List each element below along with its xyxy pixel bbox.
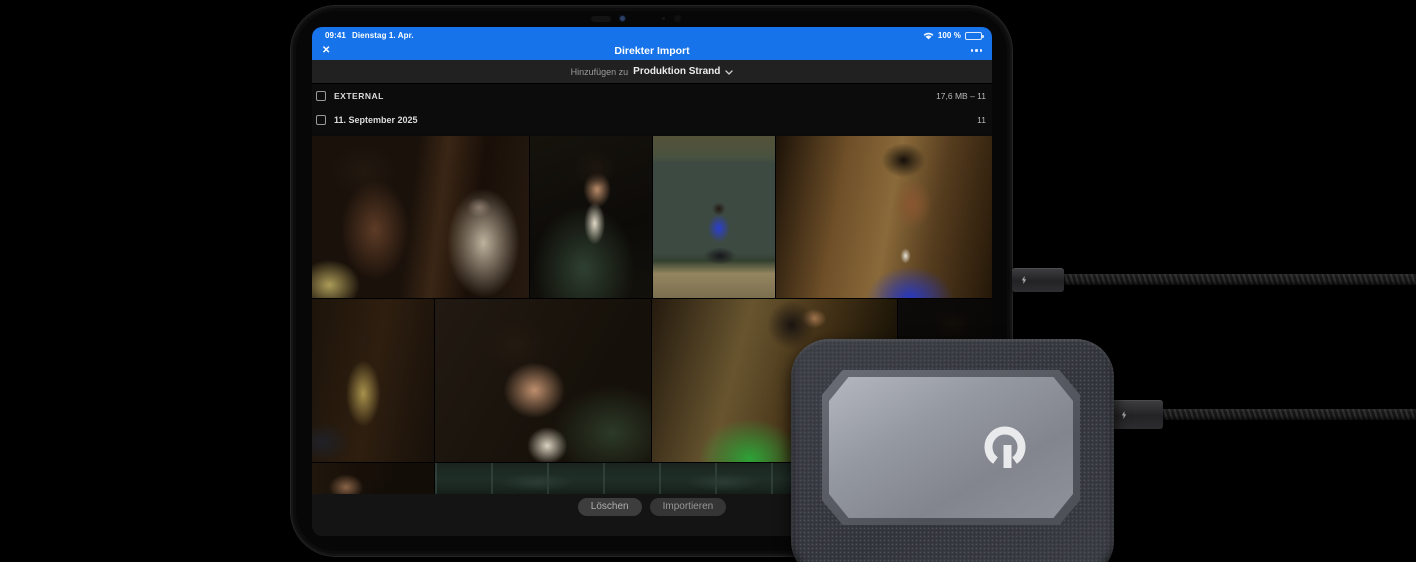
g-drive-logo-icon xyxy=(984,426,1026,468)
chevron-down-icon xyxy=(725,69,734,75)
ssd-metal-plate xyxy=(829,377,1073,518)
external-checkbox[interactable] xyxy=(316,91,326,101)
status-time: 09:41 xyxy=(325,31,346,40)
tablet-cable-connector xyxy=(1012,268,1064,292)
source-size-count: 17,6 MB – 11 xyxy=(936,91,986,101)
source-row-external[interactable]: EXTERNAL 17,6 MB – 11 xyxy=(312,84,992,108)
date-checkbox[interactable] xyxy=(316,115,326,125)
photo-thumbnail-5[interactable] xyxy=(312,299,434,462)
ssd-cable xyxy=(1161,409,1416,420)
external-ssd-drive xyxy=(791,339,1114,562)
page-title: Direkter Import xyxy=(614,44,690,57)
front-camera-cluster xyxy=(591,15,681,22)
camera-lens-icon xyxy=(620,16,625,21)
photo-thumbnail-3[interactable] xyxy=(653,136,775,298)
add-to-collection-bar[interactable]: Hinzufügen zu Produktion Strand xyxy=(312,60,992,84)
app-header: 09:41 Dienstag 1. Apr. 100 % ✕ Direkter … xyxy=(312,27,992,60)
source-label: EXTERNAL xyxy=(334,91,384,101)
source-row-date[interactable]: 11. September 2025 11 xyxy=(312,108,992,132)
delete-button[interactable]: Löschen xyxy=(577,498,642,516)
photo-thumbnail-1[interactable] xyxy=(312,136,529,298)
photo-thumbnail-9[interactable] xyxy=(312,463,434,494)
photo-thumbnail-4[interactable] xyxy=(776,136,992,298)
scene: 09:41 Dienstag 1. Apr. 100 % ✕ Direkter … xyxy=(0,0,1416,562)
import-button[interactable]: Importieren xyxy=(649,498,727,516)
title-bar: ✕ Direkter Import xyxy=(312,41,992,60)
battery-icon xyxy=(965,31,984,40)
camera-ring xyxy=(674,15,681,22)
add-to-label: Hinzufügen zu xyxy=(570,66,629,77)
date-count: 11 xyxy=(977,115,986,125)
camera-mic-dot xyxy=(662,17,665,20)
connector-logo-icon xyxy=(1121,410,1127,419)
photo-thumbnail-2[interactable] xyxy=(530,136,652,298)
status-bar: 09:41 Dienstag 1. Apr. 100 % xyxy=(312,27,992,41)
tablet-cable xyxy=(1062,274,1416,285)
status-date: Dienstag 1. Apr. xyxy=(351,31,414,40)
ssd-cable-connector xyxy=(1112,400,1163,429)
camera-sensor-pill xyxy=(591,15,611,22)
connector-logo-icon xyxy=(1021,276,1027,284)
photo-thumbnail-6[interactable] xyxy=(435,299,651,462)
wifi-icon xyxy=(923,32,934,40)
battery-percent: 100 % xyxy=(937,31,961,40)
date-label: 11. September 2025 xyxy=(334,115,418,125)
collection-selector[interactable]: Produktion Strand xyxy=(633,66,720,77)
